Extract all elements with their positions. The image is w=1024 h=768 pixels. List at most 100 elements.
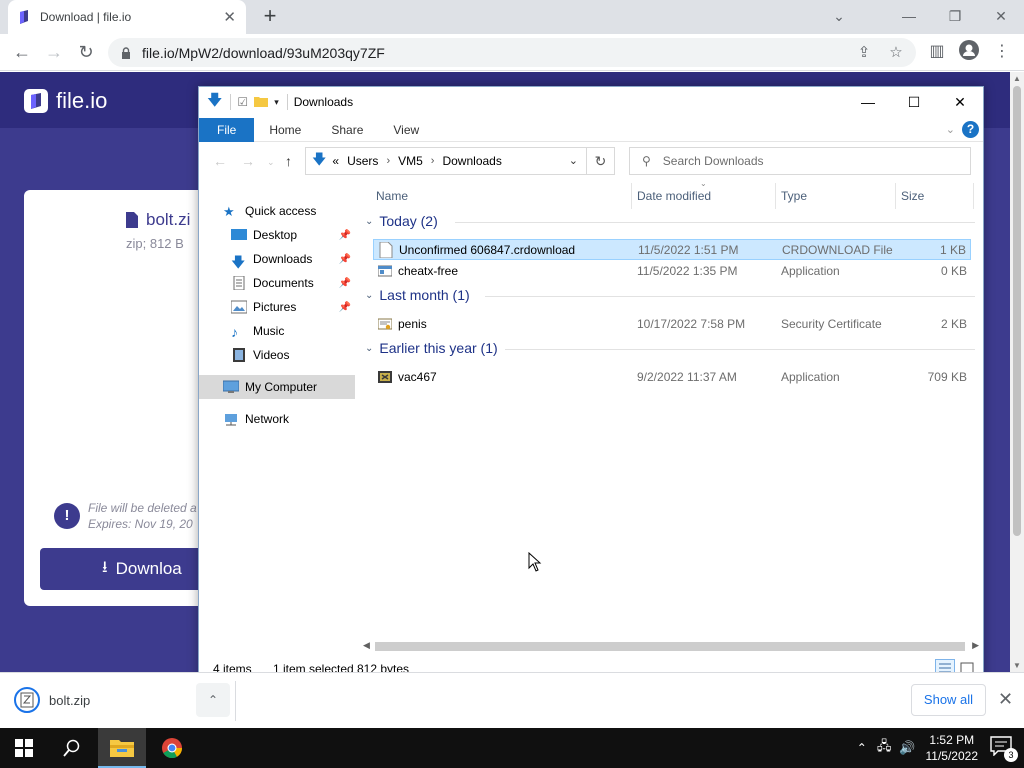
scroll-down-icon[interactable]: ▼	[1013, 661, 1021, 670]
properties-icon[interactable]: ☑	[237, 95, 248, 109]
explorer-address-bar[interactable]: 🡇 « Users › VM5 › Downloads ⌄	[305, 147, 587, 175]
expand-ribbon-icon[interactable]: ⌄	[946, 123, 955, 136]
search-downloads-input[interactable]: ⚲ Search Downloads	[629, 147, 971, 175]
show-hidden-icons[interactable]: ⌃	[857, 741, 867, 755]
file-row[interactable]: cheatx-free 11/5/2022 1:35 PM Applicatio…	[373, 260, 971, 281]
application-icon	[378, 265, 392, 276]
reload-button[interactable]: ↻	[74, 40, 98, 64]
file-icon	[126, 212, 138, 228]
customize-qat-icon[interactable]: ▾	[274, 97, 279, 108]
side-panel-icon[interactable]: ▥	[925, 40, 949, 64]
new-folder-icon[interactable]	[254, 95, 269, 110]
expiry-warning: ! File will be deleted a Expires: Nov 19…	[54, 500, 197, 532]
column-name[interactable]: Name	[376, 189, 408, 203]
network-tray-icon[interactable]: 🖧	[877, 737, 892, 759]
tab-search-icon[interactable]: ⌄	[816, 0, 862, 32]
scroll-up-icon[interactable]: ▲	[1013, 74, 1021, 83]
bookmark-star-icon[interactable]: ☆	[884, 43, 908, 63]
page-scroll-thumb[interactable]	[1013, 86, 1021, 536]
file-row[interactable]: vac467 9/2/2022 11:37 AM Application 709…	[373, 366, 971, 387]
taskbar-search-button[interactable]	[48, 728, 96, 768]
download-options-button[interactable]: ⌃	[196, 683, 230, 717]
file-row[interactable]: penis 10/17/2022 7:58 PM Security Certif…	[373, 313, 971, 334]
explorer-window-controls: — ☐ ✕	[845, 87, 983, 117]
up-folder-icon[interactable]: ↑	[285, 153, 292, 169]
restore-button[interactable]: ❐	[932, 0, 978, 32]
volume-icon[interactable]: 🔊	[899, 740, 915, 756]
breadcrumb-prefix[interactable]: «	[332, 154, 339, 168]
close-tab-icon[interactable]: ✕	[223, 8, 236, 26]
explorer-close-button[interactable]: ✕	[937, 87, 983, 117]
warning-line-1: File will be deleted a	[88, 501, 197, 515]
column-headers: Name ⌄ Date modified Type Size	[359, 179, 975, 209]
address-dropdown-icon[interactable]: ⌄	[569, 154, 578, 167]
clock-time: 1:52 PM	[929, 733, 975, 747]
close-shelf-icon[interactable]: ✕	[998, 689, 1013, 710]
taskbar-chrome[interactable]	[148, 728, 196, 768]
close-window-button[interactable]: ✕	[978, 0, 1024, 32]
sort-caret-icon: ⌄	[700, 179, 707, 188]
ribbon-tab-view[interactable]: View	[378, 118, 434, 142]
clock[interactable]: 1:52 PM 11/5/2022	[926, 732, 979, 764]
breadcrumb-users[interactable]: Users	[347, 154, 378, 168]
pin-icon: 📌	[338, 301, 351, 313]
nav-quick-access[interactable]: ★ Quick access	[199, 199, 355, 223]
nav-videos[interactable]: Videos	[199, 343, 355, 367]
profile-avatar-icon[interactable]	[957, 40, 981, 64]
group-header[interactable]: ⌄ Today (2)	[365, 213, 975, 229]
horizontal-scrollbar[interactable]: ◀ ▶	[359, 638, 983, 655]
explorer-maximize-button[interactable]: ☐	[891, 87, 937, 117]
nav-label: Documents	[253, 276, 314, 290]
nav-network[interactable]: Network	[199, 407, 355, 431]
file-date: 10/17/2022 7:58 PM	[637, 316, 746, 331]
explorer-back-icon[interactable]: ←	[213, 153, 227, 169]
browser-tab[interactable]: Download | file.io ✕	[8, 0, 246, 34]
download-arrow-icon: 🡇	[207, 91, 223, 109]
start-button[interactable]	[0, 728, 48, 768]
breadcrumb-vm5[interactable]: VM5	[398, 154, 423, 168]
taskbar-file-explorer[interactable]	[98, 728, 146, 768]
menu-kebab-icon[interactable]: ⋮	[990, 40, 1014, 64]
ribbon-tab-home[interactable]: Home	[254, 118, 316, 142]
page-scrollbar[interactable]: ▲ ▼	[1010, 72, 1024, 672]
notification-center-button[interactable]: 3	[990, 736, 1018, 762]
back-button[interactable]: ←	[10, 40, 34, 64]
scroll-right-icon[interactable]: ▶	[972, 640, 979, 651]
file-explorer-icon	[110, 740, 134, 757]
recent-locations-icon[interactable]: ⌄	[267, 157, 275, 168]
column-size[interactable]: Size	[901, 189, 924, 203]
fileio-favicon-icon	[20, 10, 28, 24]
nav-desktop[interactable]: Desktop 📌	[199, 223, 355, 247]
notification-count: 3	[1004, 748, 1018, 762]
address-bar[interactable]: file.io/MpW2/download/93uM203qy7ZF ⇪ ☆	[108, 38, 916, 67]
help-icon[interactable]: ?	[962, 121, 979, 138]
refresh-icon[interactable]: ↻	[587, 147, 615, 175]
show-all-button[interactable]: Show all	[911, 684, 986, 716]
share-icon[interactable]: ⇪	[852, 43, 876, 63]
new-tab-button[interactable]: +	[258, 4, 282, 28]
ribbon-tab-file[interactable]: File	[199, 117, 255, 142]
minimize-button[interactable]: —	[886, 0, 932, 32]
explorer-forward-icon[interactable]: →	[241, 153, 255, 169]
nav-downloads[interactable]: 🡇 Downloads 📌	[199, 247, 355, 271]
file-row[interactable]: Unconfirmed 606847.crdownload 11/5/2022 …	[373, 239, 971, 260]
breadcrumb-downloads[interactable]: Downloads	[442, 154, 501, 168]
ribbon-tab-share[interactable]: Share	[316, 118, 378, 142]
group-header[interactable]: ⌄ Last month (1)	[365, 287, 975, 303]
explorer-minimize-button[interactable]: —	[845, 87, 891, 117]
nav-documents[interactable]: Documents 📌	[199, 271, 355, 295]
nav-my-computer[interactable]: My Computer	[199, 375, 355, 399]
download-button-label: Downloa	[115, 559, 182, 578]
fileio-logo[interactable]: file.io	[24, 88, 107, 114]
nav-music[interactable]: ♪ Music	[199, 319, 355, 343]
scroll-left-icon[interactable]: ◀	[363, 640, 370, 651]
column-type[interactable]: Type	[781, 189, 807, 203]
download-item[interactable]: bolt.zip	[14, 687, 90, 713]
forward-button[interactable]: →	[42, 40, 66, 64]
group-header[interactable]: ⌄ Earlier this year (1)	[365, 340, 975, 356]
file-type: Application	[781, 263, 840, 278]
file-name: penis	[398, 316, 427, 331]
nav-pictures[interactable]: Pictures 📌	[199, 295, 355, 319]
column-date[interactable]: Date modified	[637, 189, 711, 203]
horizontal-scroll-thumb[interactable]	[375, 642, 965, 651]
